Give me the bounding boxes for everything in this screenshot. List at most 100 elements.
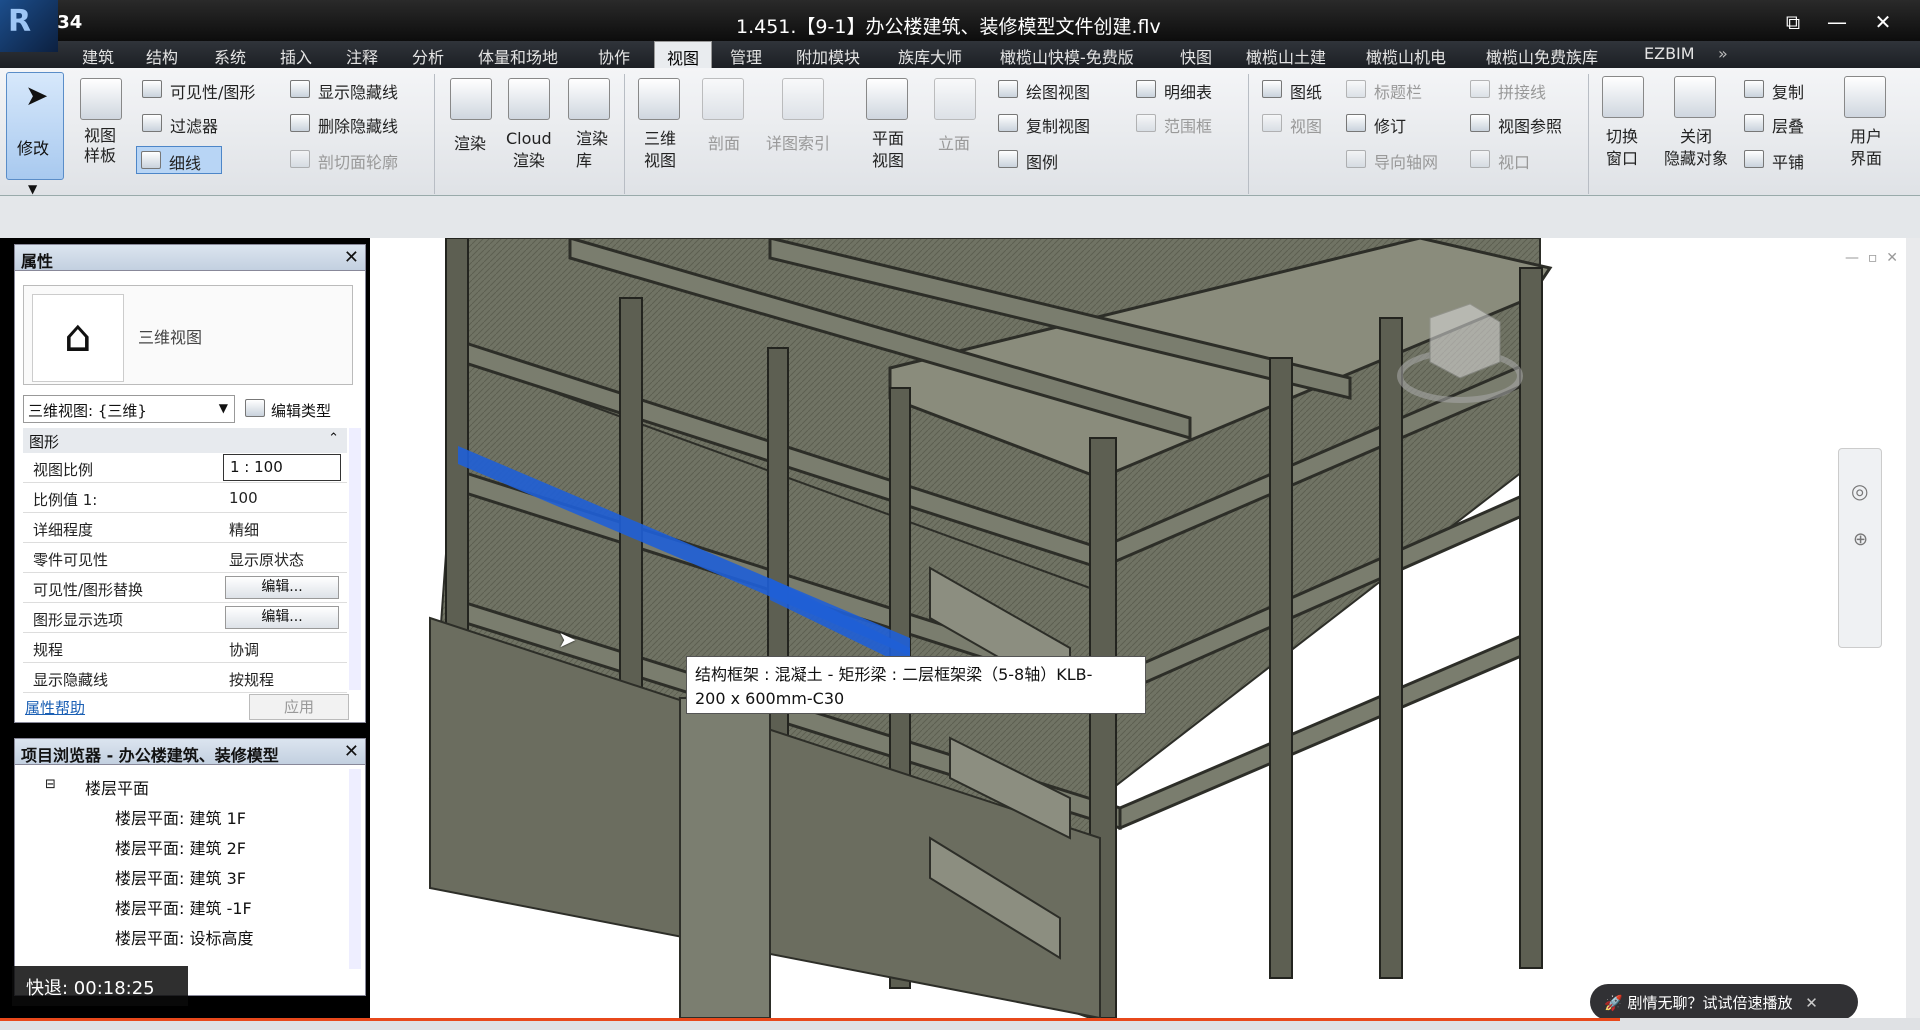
filters-button[interactable]: 过滤器 — [170, 113, 218, 137]
close-icon[interactable]: ✕ — [1805, 994, 1818, 1012]
thin-lines-button[interactable]: 细线 — [136, 146, 222, 174]
tab-olive-mep[interactable]: 橄榄山机电 — [1366, 44, 1446, 68]
close-icon[interactable]: ✕ — [344, 247, 359, 268]
thin-lines-label: 细线 — [169, 154, 202, 173]
browser-scrollbar[interactable] — [349, 769, 361, 969]
more-tabs-icon[interactable]: » — [1718, 44, 1728, 63]
tree-item[interactable]: 楼层平面: 建筑 1F — [115, 805, 246, 829]
zoom-icon[interactable]: ⊕ — [1853, 529, 1868, 550]
restore-icon[interactable]: ⧉ — [1778, 10, 1808, 34]
modify-button[interactable]: ➤ 修改 — [6, 72, 64, 180]
edit-type-button[interactable]: 编辑类型 — [245, 395, 355, 423]
tab-view[interactable]: 视图 — [654, 41, 713, 68]
apply-button[interactable]: 应用 — [249, 694, 349, 720]
cascade-button[interactable]: 层叠 — [1772, 113, 1804, 137]
chevron-down-icon[interactable]: ▼ — [28, 182, 37, 196]
detail-level-value[interactable]: 精细 — [229, 519, 259, 540]
tab-family-lib[interactable]: 族库大师 — [898, 44, 962, 68]
guide-grid-icon — [1346, 150, 1366, 168]
vg-edit-button[interactable]: 编辑... — [225, 576, 339, 599]
teapot-render-icon — [450, 78, 492, 120]
properties-help-link[interactable]: 属性帮助 — [25, 697, 85, 718]
type-selector[interactable]: ⌂ 三维视图 — [23, 285, 353, 385]
tile-button[interactable]: 平铺 — [1772, 149, 1804, 173]
speed-promo-banner[interactable]: 🚀 剧情无聊？试试倍速播放 ✕ — [1590, 984, 1858, 1020]
tab-architecture[interactable]: 建筑 — [82, 44, 114, 68]
collapse-tree-icon[interactable]: ⊟ — [45, 777, 56, 792]
tab-olive-free[interactable]: 橄榄山快模-免费版 — [1000, 44, 1134, 68]
show-hidden-value[interactable]: 按规程 — [229, 669, 274, 690]
render-gallery-button[interactable]: 渲染 库 — [576, 128, 608, 172]
place-view-button[interactable]: 视图 — [1290, 113, 1322, 137]
steering-wheel-icon[interactable]: ◎ — [1851, 479, 1868, 503]
switch-windows-button[interactable]: 切换 窗口 — [1606, 126, 1638, 170]
tree-item[interactable]: 楼层平面: 建筑 2F — [115, 835, 246, 859]
tab-massing-site[interactable]: 体量和场地 — [478, 44, 558, 68]
collapse-icon[interactable]: ⌃ — [328, 431, 339, 446]
tree-item[interactable]: 楼层平面: 建筑 -1F — [115, 895, 252, 919]
video-progress-bar[interactable] — [0, 1018, 1620, 1021]
render-button[interactable]: 渲染 — [454, 130, 486, 154]
duplicate-view-button[interactable]: 复制视图 — [1026, 113, 1090, 137]
filters-icon — [142, 114, 162, 132]
tab-addins[interactable]: 附加模块 — [796, 44, 860, 68]
elevation-button[interactable]: 立面 — [938, 130, 970, 154]
close-hidden-button[interactable]: 关闭 隐藏对象 — [1664, 126, 1728, 170]
view-scale-input[interactable]: 1 : 100 — [223, 454, 341, 481]
guide-grid-button[interactable]: 导向轴网 — [1374, 149, 1438, 173]
navigation-bar[interactable]: ◎ ⊕ — [1838, 448, 1882, 648]
tree-item[interactable]: 楼层平面: 建筑 3F — [115, 865, 246, 889]
3d-view-house-icon — [638, 78, 680, 120]
tab-structure[interactable]: 结构 — [146, 44, 178, 68]
3d-view-button[interactable]: 三维 视图 — [644, 128, 676, 172]
viewports-button[interactable]: 视口 — [1498, 149, 1530, 173]
title-block-button[interactable]: 标题栏 — [1374, 79, 1422, 103]
plan-views-button[interactable]: 平面 视图 — [872, 128, 904, 172]
visibility-graphics-button[interactable]: 可见性/图形 — [170, 79, 255, 103]
view-window-controls[interactable]: — ▫ ✕ — [1845, 250, 1898, 266]
3d-view-canvas[interactable]: — ▫ ✕ ◎ ⊕ ➤ — [370, 238, 1906, 1018]
view-scrollbar[interactable] — [1906, 238, 1920, 1018]
app-logo[interactable]: R — [0, 0, 58, 52]
graphics-group-header[interactable]: 图形 ⌃ — [23, 428, 347, 453]
legends-button[interactable]: 图例 — [1026, 149, 1058, 173]
remove-hidden-lines-button[interactable]: 删除隐藏线 — [318, 113, 398, 137]
parts-visibility-value[interactable]: 显示原状态 — [229, 549, 304, 570]
cloud-render-button[interactable]: Cloud 渲染 — [506, 128, 552, 172]
view-instance-dropdown[interactable]: 三维视图: {三维} ▼ — [23, 395, 235, 423]
close-icon[interactable]: ✕ — [344, 741, 359, 762]
cut-profile-button[interactable]: 剖切面轮廓 — [318, 149, 398, 173]
tab-systems[interactable]: 系统 — [214, 44, 246, 68]
matchline-button[interactable]: 拼接线 — [1498, 79, 1546, 103]
graphic-display-edit-button[interactable]: 编辑... — [225, 606, 339, 629]
callout-button[interactable]: 详图索引 — [766, 130, 830, 154]
tree-item[interactable]: 楼层平面: 设标高度 — [115, 925, 253, 949]
tab-ezbim[interactable]: EZBIM — [1644, 44, 1695, 63]
tab-olive-civil[interactable]: 橄榄山土建 — [1246, 44, 1326, 68]
view-template-button[interactable]: 视图 样板 — [84, 126, 116, 166]
tab-manage[interactable]: 管理 — [730, 44, 762, 68]
cursor-arrow-icon: ➤ — [25, 79, 49, 112]
sheet-button[interactable]: 图纸 — [1290, 79, 1322, 103]
cascade-icon — [1744, 114, 1764, 132]
view-reference-button[interactable]: 视图参照 — [1498, 113, 1562, 137]
minimize-icon[interactable]: — — [1822, 10, 1852, 34]
schedules-button[interactable]: 明细表 — [1164, 79, 1212, 103]
replicate-button[interactable]: 复制 — [1772, 79, 1804, 103]
tree-node-floor-plans[interactable]: 楼层平面 — [85, 775, 149, 799]
revisions-button[interactable]: 修订 — [1374, 113, 1406, 137]
discipline-value[interactable]: 协调 — [229, 639, 259, 660]
user-interface-button[interactable]: 用户 界面 — [1850, 126, 1882, 170]
show-hidden-lines-button[interactable]: 显示隐藏线 — [318, 79, 398, 103]
tab-quick-drawing[interactable]: 快图 — [1180, 44, 1212, 68]
drafting-view-button[interactable]: 绘图视图 — [1026, 79, 1090, 103]
scope-box-button[interactable]: 范围框 — [1164, 113, 1212, 137]
section-button[interactable]: 剖面 — [708, 130, 740, 154]
tab-collaborate[interactable]: 协作 — [598, 44, 630, 68]
properties-scrollbar[interactable] — [349, 428, 361, 690]
tab-analyze[interactable]: 分析 — [412, 44, 444, 68]
close-icon[interactable]: ✕ — [1868, 10, 1898, 34]
tab-annotate[interactable]: 注释 — [346, 44, 378, 68]
tab-olive-family[interactable]: 橄榄山免费族库 — [1486, 44, 1598, 68]
tab-insert[interactable]: 插入 — [280, 44, 312, 68]
